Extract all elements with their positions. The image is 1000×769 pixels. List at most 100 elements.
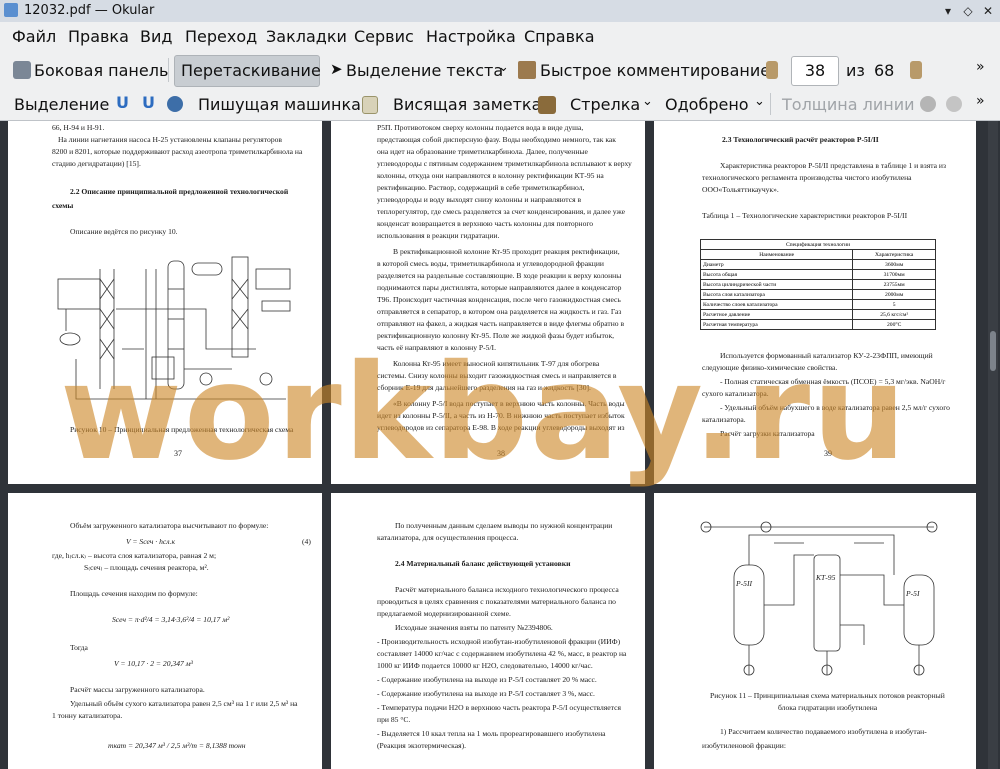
menu-help[interactable]: Справка: [524, 27, 595, 46]
squiggle-icon[interactable]: U: [142, 93, 155, 112]
spec-table-cell: 5: [852, 299, 936, 310]
p39-line: сухого катализатора.: [702, 389, 769, 398]
menu-bookmarks[interactable]: Закладки: [266, 27, 347, 46]
p40-formula-number: (4): [302, 537, 311, 546]
p42-caption-2: блока гидратации изобутилена: [778, 703, 878, 712]
toolbar-separator: [168, 58, 169, 82]
spec-table-cell: Расчетное давление: [699, 309, 854, 320]
p40-line: S₍сеч₎ – площадь сечения реактора, м².: [84, 563, 209, 572]
overflow-chevron-icon[interactable]: »: [976, 59, 985, 75]
p41-line: - Содержание изобутилена на выходе из Р-…: [377, 675, 597, 684]
note-icon: [362, 96, 378, 114]
menu-file[interactable]: Файл: [12, 27, 56, 46]
highlighter-icon: [518, 61, 536, 79]
p42-line: 1) Рассчитаем количество подаваемого изо…: [720, 727, 927, 736]
spec-table-cell: Количество слоев катализатора: [699, 299, 854, 310]
previous-page-icon[interactable]: [766, 61, 778, 79]
next-page-icon[interactable]: [910, 61, 922, 79]
p40-line: Тогда: [70, 643, 88, 652]
p41-line: 1000 кг ИИФ подается 10000 кг Н2О, следо…: [377, 661, 593, 670]
chevron-down-icon[interactable]: ⌄: [498, 60, 509, 75]
minimize-icon[interactable]: ▾: [940, 3, 956, 19]
maximize-icon[interactable]: ◇: [960, 3, 976, 19]
spec-table-cell: 31700мм: [852, 269, 936, 280]
spec-table-cell: 25,6 кгс/см²: [852, 309, 936, 320]
menu-tools[interactable]: Сервис: [354, 27, 414, 46]
p39-heading: 2.3 Технологический расчёт реакторов Р-5…: [722, 135, 879, 144]
page-39: 2.3 Технологический расчёт реакторов Р-5…: [654, 121, 976, 484]
p41-line: Исходные значения взяты по патенту №2394…: [395, 623, 553, 632]
column-label: КТ-95: [816, 573, 836, 582]
menu-settings[interactable]: Настройка: [426, 27, 516, 46]
sticky-note-button[interactable]: Висящая заметка: [393, 95, 541, 114]
sidebar-button[interactable]: Боковая панель: [34, 61, 168, 80]
p41-line: - Температура подачи Н2О в верхнюю часть…: [377, 703, 621, 712]
spec-table-caption: Спецификация технологии: [700, 239, 936, 250]
typewriter-button[interactable]: Пишущая машинка: [198, 95, 361, 114]
spec-table-cell: Высота слоя катализатора: [699, 289, 854, 300]
arrow-dropdown-icon[interactable]: ⌄: [642, 94, 653, 109]
stamp-dropdown-icon[interactable]: ⌄: [754, 94, 765, 109]
document-viewport[interactable]: 66, Н-94 и Н-91. На линии нагнетания нас…: [0, 121, 1000, 769]
spec-table: Спецификация технологии Наименование Хар…: [699, 239, 936, 330]
opacity-icon[interactable]: [946, 96, 962, 112]
color-icon[interactable]: [920, 96, 936, 112]
p39-table-title: Таблица 1 – Технологические характеристи…: [702, 211, 908, 220]
spec-table-cell: 200°C: [852, 319, 936, 330]
p40-formula-area: Sсеч = π·d²/4 = 3,14·3,6²/4 = 10,17 м²: [112, 615, 230, 624]
stamp-approved-button[interactable]: Одобрено: [665, 95, 749, 114]
arrow-tool-button[interactable]: Стрелка: [570, 95, 640, 114]
window-title: 12032.pdf — Okular: [24, 3, 155, 18]
p40-line: Объём загруженного катализатора высчитыв…: [70, 521, 269, 530]
p37-heading: 2.2 Описание принципиальной предложенной…: [70, 187, 289, 196]
menu-bar: Файл Правка Вид Переход Закладки Сервис …: [0, 22, 1000, 52]
page-number-38: 38: [497, 449, 505, 458]
p39-line: ООО«Тольяттикаучук».: [702, 185, 779, 194]
p39-line: катализатора.: [702, 415, 746, 424]
page-41: По полученным данным сделаем выводы по н…: [331, 493, 645, 769]
selection-tool-button[interactable]: Выделение: [14, 95, 109, 114]
page-of-label: из: [846, 61, 865, 80]
process-scheme-figure: [57, 256, 291, 400]
p41-line: - Содержание изобутилена на выходе из Р-…: [377, 689, 595, 698]
page-total-label: 68: [874, 61, 895, 80]
close-icon[interactable]: ✕: [980, 3, 996, 19]
spec-table-cell: Высота общая: [699, 269, 854, 280]
spec-table-cell: 23755мм: [852, 279, 936, 290]
spec-table-cell: Расчетная температура: [699, 319, 854, 330]
vertical-scrollbar[interactable]: [988, 121, 998, 769]
menu-view[interactable]: Вид: [140, 27, 172, 46]
p41-line: предлагаемой модернизированной схеме.: [377, 609, 511, 618]
stamp-circle-icon[interactable]: [167, 96, 183, 112]
quick-comment-button[interactable]: Быстрое комментирование: [540, 61, 770, 80]
p38-line: углеводородов из сепаратора Е-98. В ходе…: [377, 423, 625, 432]
p40-line: Площадь сечения находим по формуле:: [70, 589, 198, 598]
reactor-label: Р-5II: [736, 579, 753, 588]
page-number-37: 37: [174, 449, 182, 458]
p38-line: часть её направляют в колонну Р-5/I.: [377, 343, 496, 352]
sidebar-icon: [13, 61, 31, 79]
p38-line: использования в реакции гидратации.: [377, 231, 500, 240]
p39-line: следующие физико-химические свойства.: [702, 363, 838, 372]
menu-edit[interactable]: Правка: [68, 27, 129, 46]
spec-table-cell: Высота цилиндрической части: [699, 279, 854, 290]
p39-line: - Удельный объём набухшего в воде катали…: [720, 403, 950, 412]
p40-line: 1 тонну катализатора.: [52, 711, 123, 720]
scrollbar-handle[interactable]: [990, 331, 996, 371]
p40-formula-volume: V = Sсеч · hсл.к: [126, 537, 176, 546]
pen-icon: [538, 96, 556, 114]
menu-go[interactable]: Переход: [185, 27, 257, 46]
text-select-button[interactable]: Выделение текста: [346, 61, 503, 80]
okular-app-icon: [4, 3, 18, 17]
p41-line: (Реакция экзотермическая).: [377, 741, 467, 750]
p41-line: катализатора, для осуществления процесса…: [377, 533, 519, 542]
p37-line: стадию дегидратации) [15].: [52, 159, 141, 168]
p40-line: Расчёт массы загруженного катализатора.: [70, 685, 205, 694]
p41-line: при 85 °С.: [377, 715, 411, 724]
page-number-input[interactable]: 38: [791, 56, 839, 86]
page-40: Объём загруженного катализатора высчитыв…: [8, 493, 322, 769]
overflow-chevron-icon-2[interactable]: »: [976, 93, 985, 109]
page-37: 66, Н-94 и Н-91. На линии нагнетания нас…: [8, 121, 322, 484]
line-width-button[interactable]: Толщина линии: [782, 95, 915, 114]
underline-icon[interactable]: U: [116, 93, 129, 112]
